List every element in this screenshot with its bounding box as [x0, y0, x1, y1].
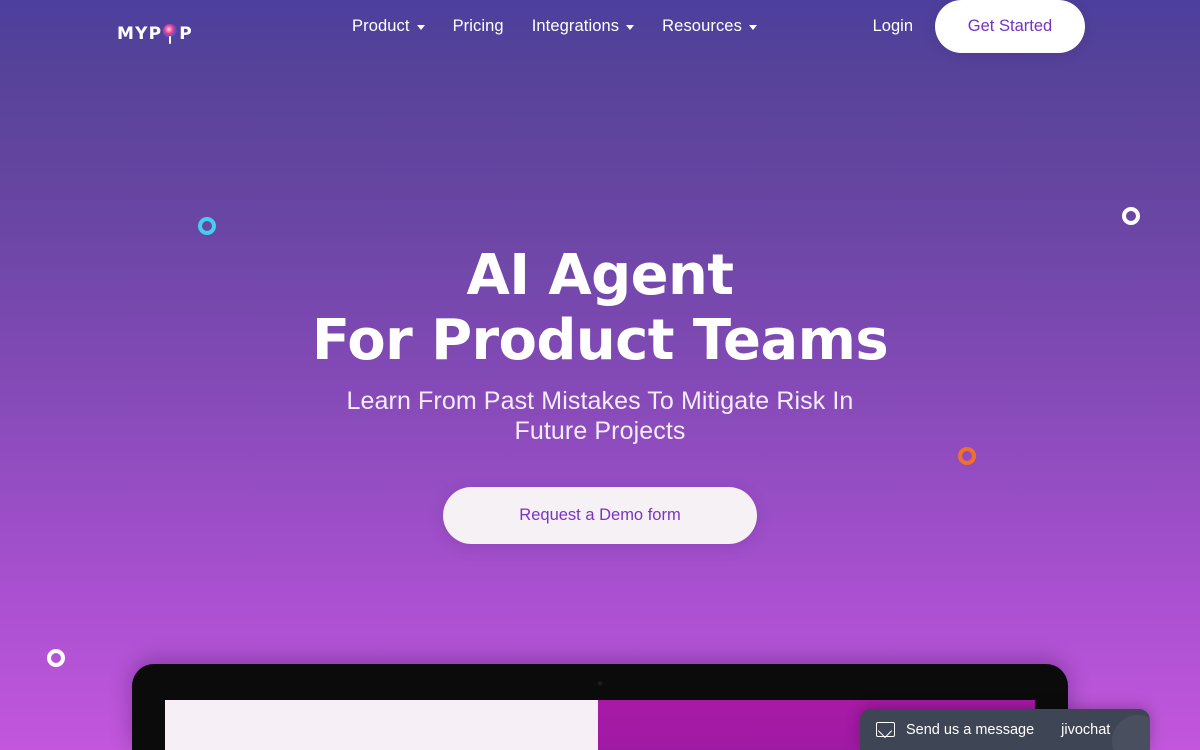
hero-section: AI Agent For Product Teams Learn From Pa… — [0, 0, 1200, 640]
brand-text-prefix: MYP — [117, 24, 163, 44]
chevron-down-icon — [416, 25, 425, 30]
envelope-icon — [876, 722, 895, 737]
page-title: AI Agent For Product Teams — [0, 243, 1200, 373]
hero-subtitle: Learn From Past Mistakes To Mitigate Ris… — [0, 386, 1200, 446]
nav-item-resources-label: Resources — [662, 17, 742, 35]
decorative-ring-white-top-right-icon — [1122, 207, 1140, 225]
brand-logo[interactable]: MYP P — [117, 22, 193, 44]
lollipop-icon — [162, 24, 179, 44]
nav-item-pricing[interactable]: Pricing — [439, 17, 518, 36]
hero-title-line-2: For Product Teams — [311, 308, 889, 373]
decorative-ring-orange-icon — [958, 447, 976, 465]
decorative-ring-white-bottom-left-icon — [47, 649, 65, 667]
nav-item-resources[interactable]: Resources — [648, 17, 771, 36]
login-link[interactable]: Login — [873, 17, 913, 36]
site-header: MYP P Product Pricing Integrations Resou… — [0, 0, 1200, 53]
lollipop-stick-icon — [169, 36, 171, 44]
nav-item-integrations[interactable]: Integrations — [518, 17, 648, 36]
nav-item-product-label: Product — [352, 17, 410, 35]
chat-widget[interactable]: Send us a message jivochat — [860, 709, 1150, 750]
brand-text-suffix: P — [179, 24, 193, 44]
nav-item-product[interactable]: Product — [352, 17, 439, 36]
request-demo-button[interactable]: Request a Demo form — [443, 487, 757, 544]
hero-subtitle-line-1: Learn From Past Mistakes To Mitigate Ris… — [346, 387, 854, 415]
chat-widget-brand: jivochat — [1061, 721, 1111, 738]
chevron-down-icon — [626, 25, 635, 30]
laptop-camera-icon — [597, 681, 603, 686]
screen-panel-left — [165, 700, 598, 750]
hero-title-line-1: AI Agent — [466, 243, 735, 308]
main-navigation: Product Pricing Integrations Resources — [352, 0, 771, 53]
chevron-down-icon — [748, 25, 757, 30]
chat-widget-label: Send us a message — [906, 721, 1035, 738]
get-started-button[interactable]: Get Started — [935, 0, 1085, 53]
hero-subtitle-line-2: Future Projects — [514, 417, 686, 445]
decorative-ring-cyan-icon — [198, 217, 216, 235]
nav-item-pricing-label: Pricing — [452, 17, 504, 35]
get-started-button-label: Get Started — [967, 17, 1053, 35]
nav-item-integrations-label: Integrations — [531, 17, 620, 35]
header-actions: Login Get Started — [873, 0, 1200, 53]
request-demo-button-label: Request a Demo form — [519, 506, 681, 524]
